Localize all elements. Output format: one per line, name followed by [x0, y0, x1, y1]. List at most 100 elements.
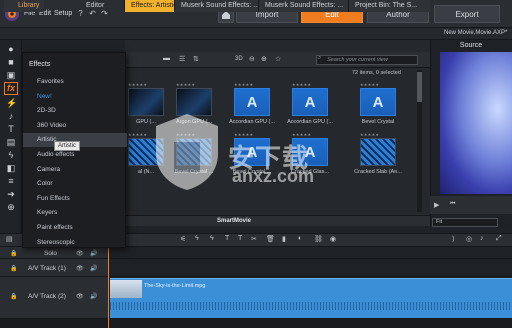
folder-tab-artistic[interactable]: Effects: Artistic: [124, 0, 174, 12]
scrollbar-thumb[interactable]: [417, 72, 422, 102]
color-icon[interactable]: ◐: [298, 235, 302, 242]
razor-icon[interactable]: ⚟: [180, 235, 186, 243]
list-icon[interactable]: ≡: [6, 176, 16, 186]
preview-source-title: Source: [459, 42, 483, 49]
track-header-av2: 🔒 A/V Track (2) 👁 🔊: [0, 277, 108, 319]
folder-tab-muserk-1[interactable]: Muserk Sound Effects: ...: [174, 0, 258, 12]
folder-icon[interactable]: ▬: [163, 55, 170, 62]
folder-tab-project-bin[interactable]: Project Bin: The S...: [348, 0, 430, 12]
snap-icon[interactable]: ◉: [330, 235, 336, 243]
view-3d-toggle[interactable]: 3D: [235, 56, 243, 62]
flyout-item[interactable]: Fun Effects: [23, 192, 127, 206]
timeline-settings-icon[interactable]: ▤: [6, 235, 13, 243]
play-icon[interactable]: ▶: [434, 201, 439, 209]
item-count: 72 items, 0 selected: [352, 70, 401, 76]
montage-icon[interactable]: ▤: [6, 137, 16, 147]
flyout-item[interactable]: Favorites: [23, 75, 127, 89]
speaker-icon[interactable]: 🔊: [90, 293, 97, 300]
link-icon[interactable]: ⛓: [314, 235, 323, 243]
flyout-item[interactable]: Keyers: [23, 206, 127, 220]
image-icon[interactable]: ▣: [6, 70, 16, 80]
arrow-icon[interactable]: ➔: [6, 189, 16, 199]
speaker-icon[interactable]: 🔊: [90, 265, 97, 272]
eye-icon[interactable]: 👁: [76, 265, 84, 272]
text-tool-icon[interactable]: T: [238, 235, 242, 242]
effect-thumbnail[interactable]: [234, 88, 270, 116]
star-filter-icon[interactable]: ☆: [275, 55, 281, 63]
rating-stars[interactable]: ★★★★★: [128, 132, 147, 137]
prev-frame-icon[interactable]: ⏮: [450, 201, 455, 208]
smartmovie-button[interactable]: SmartMovie: [217, 218, 251, 224]
eye-icon[interactable]: 👁: [76, 250, 84, 257]
eye-icon[interactable]: 👁: [76, 293, 84, 300]
lock-icon[interactable]: 🔒: [10, 250, 17, 257]
flyout-item[interactable]: 360 Video: [23, 119, 127, 133]
speaker-icon[interactable]: 🔊: [90, 250, 97, 257]
preview-image: [440, 52, 512, 194]
split-icon[interactable]: ⟩: [452, 235, 455, 243]
lightning-icon[interactable]: ϟ: [195, 235, 199, 242]
add-icon[interactable]: ⊕: [6, 202, 16, 212]
effects-icon[interactable]: ϟ: [210, 235, 214, 242]
trash-icon[interactable]: 🗑: [266, 235, 275, 243]
zoom-in-icon[interactable]: ⊕: [261, 55, 267, 63]
fit-dropdown[interactable]: Fit: [432, 218, 498, 227]
sort-icon[interactable]: ⇅: [193, 55, 199, 63]
track-header-av1: 🔒 A/V Track (1) 👁 🔊: [0, 259, 108, 277]
filter-icon[interactable]: ☰: [179, 55, 185, 63]
preview-controls: ▶ ⏮: [430, 196, 512, 214]
flyout-item[interactable]: 2D-3D: [23, 104, 127, 118]
track-area-solo[interactable]: [108, 247, 512, 259]
rating-stars[interactable]: ★★★★★: [292, 82, 311, 87]
rating-stars[interactable]: ★★★★★: [234, 132, 253, 137]
lock-icon[interactable]: 🔒: [10, 265, 17, 272]
library-tab[interactable]: Library: [4, 0, 44, 12]
thumbnail-label: Accordian GPU (...: [229, 119, 275, 125]
rating-stars[interactable]: ★★★★★: [234, 82, 253, 87]
music-icon[interactable]: ♪: [6, 111, 16, 121]
playhead[interactable]: [108, 247, 109, 328]
rating-stars[interactable]: ★★★★★: [360, 132, 379, 137]
effect-icon[interactable]: ϟ: [6, 150, 16, 160]
track-name-solo: Solo: [44, 250, 58, 257]
smartmovie-bar: SmartMovie: [125, 215, 430, 226]
flyout-item[interactable]: Stereoscopic: [23, 236, 127, 250]
effect-thumbnail[interactable]: [360, 88, 396, 116]
preview-title-bar: New Movie,Movie.AXP*: [430, 28, 512, 40]
flyout-item[interactable]: New!: [23, 90, 127, 104]
rating-stars[interactable]: ★★★★★: [128, 82, 147, 87]
rating-stars[interactable]: ★★★★★: [292, 132, 311, 137]
editor-tab[interactable]: Editor: [72, 0, 112, 12]
mode-export[interactable]: Export: [434, 5, 500, 23]
track-area-av1[interactable]: [108, 259, 512, 277]
transition-icon[interactable]: ⚡: [6, 98, 17, 108]
flyout-item[interactable]: Camera: [23, 163, 127, 177]
menu-icon[interactable]: ◧: [6, 163, 16, 173]
zoom-out-icon[interactable]: ⊖: [249, 55, 255, 63]
cut-icon[interactable]: ✂: [251, 235, 257, 243]
rating-stars[interactable]: ★★★★★: [360, 82, 379, 87]
zoom-tool-icon[interactable]: ◎: [466, 235, 472, 243]
fullscreen-icon[interactable]: ⤢: [496, 235, 502, 243]
editor-tab-label: Editor: [86, 2, 105, 9]
marker-icon[interactable]: ▮: [282, 235, 286, 243]
title-tool-icon[interactable]: T: [225, 235, 229, 242]
browser-scrollbar[interactable]: [417, 70, 422, 212]
thumbnail-label: Accordian GPU (...: [287, 119, 333, 125]
disc-icon[interactable]: ●: [6, 44, 16, 54]
lock-icon[interactable]: 🔒: [10, 293, 17, 300]
flyout-item[interactable]: Paint effects: [23, 221, 127, 235]
audio-tool-icon[interactable]: ♪: [480, 235, 484, 242]
audio-waveform: [110, 302, 512, 310]
title-icon[interactable]: T: [6, 124, 16, 134]
menu-setup[interactable]: Setup: [54, 10, 72, 17]
folder-tab-muserk-2[interactable]: Muserk Sound Effects: ...: [258, 0, 348, 12]
rating-stars[interactable]: ★★★★★: [176, 82, 195, 87]
fx-icon[interactable]: fx: [4, 82, 18, 95]
track-name-av1: A/V Track (1): [28, 265, 66, 272]
camera-icon[interactable]: ■: [6, 57, 16, 67]
effect-thumbnail[interactable]: [360, 138, 396, 166]
effect-thumbnail[interactable]: [292, 88, 328, 116]
flyout-item[interactable]: Color: [23, 177, 127, 191]
search-input[interactable]: Search your current view: [316, 55, 418, 65]
